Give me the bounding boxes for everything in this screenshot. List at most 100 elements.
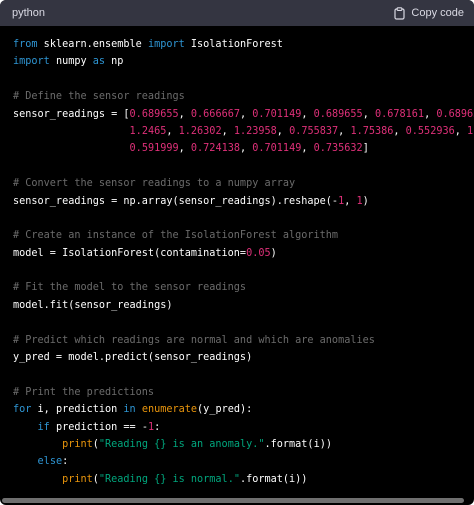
code-text: ]: [362, 143, 369, 155]
code-line: # Predict which readings are normal and …: [13, 332, 474, 349]
code-line: ​: [13, 314, 474, 331]
code-text: (y_pred):: [197, 404, 253, 416]
number-token: 0.689655: [436, 108, 474, 120]
code-text: ): [362, 195, 369, 207]
code-text: sensor_readings = [: [13, 108, 130, 120]
number-token: 0.678161: [374, 108, 425, 120]
number-token: 0.735632: [313, 143, 363, 155]
number-token: 0.552936: [405, 125, 455, 137]
number-token: 0.666667: [190, 108, 240, 120]
number-token: 1.2465: [129, 125, 167, 137]
comment-token: # Create an instance of the IsolationFor…: [13, 230, 339, 242]
number-token: 0.689655: [129, 108, 179, 120]
code-text: ,: [166, 125, 179, 137]
comment-token: # Print the predictions: [13, 386, 155, 398]
code-line: if prediction == -1:: [13, 419, 474, 436]
code-text: ,: [362, 108, 375, 120]
code-text: i, prediction: [31, 404, 124, 416]
code-text: ,: [276, 125, 290, 137]
code-text: :: [154, 421, 161, 433]
keyword-token: if: [37, 421, 50, 433]
code-line: # Define the sensor readings: [13, 88, 474, 105]
code-line: 1.2465, 1.26302, 1.23958, 0.755837, 1.75…: [13, 123, 474, 140]
code-line: model.fit(sensor_readings): [13, 297, 474, 314]
number-token: 0.591999: [129, 143, 179, 155]
copy-code-label: Copy code: [411, 7, 464, 19]
code-content[interactable]: from sklearn.ensemble import IsolationFo…: [0, 26, 474, 495]
code-line: print("Reading {} is normal.".format(i)): [13, 471, 474, 488]
code-text: ,: [178, 143, 191, 155]
code-text: .format(i)): [264, 438, 332, 450]
code-text: ,: [393, 125, 406, 137]
comment-token: # Fit the model to the sensor readings: [13, 282, 247, 294]
code-block: python Copy code from sklearn.ensemble i…: [0, 0, 474, 505]
number-token: 0.724138: [190, 143, 240, 155]
code-text: model.fit(sensor_readings): [13, 299, 173, 311]
code-line: # Fit the model to the sensor readings: [13, 279, 474, 296]
code-text: numpy: [49, 56, 93, 68]
code-line: # Convert the sensor readings to a numpy…: [13, 175, 474, 192]
code-text: ,: [338, 125, 351, 137]
code-text: y_pred = model.predict(sensor_readings): [13, 352, 253, 364]
code-text: sensor_readings = np.array(sensor_readin…: [13, 195, 339, 207]
comment-token: # Convert the sensor readings to a numpy…: [13, 178, 296, 190]
code-text: ,: [178, 108, 191, 120]
number-token: 0.05: [246, 247, 271, 259]
clipboard-icon: [394, 6, 406, 20]
builtin-token: print: [62, 473, 93, 485]
code-line: else:: [13, 453, 474, 470]
number-token: 0.701149: [252, 108, 302, 120]
code-text: ): [270, 247, 277, 259]
code-text: ,: [301, 108, 314, 120]
keyword-token: from: [13, 39, 38, 50]
horizontal-scrollbar[interactable]: [2, 498, 464, 503]
number-token: 1.75386: [350, 125, 394, 137]
keyword-token: import: [13, 56, 50, 68]
code-block-header: python Copy code: [0, 0, 474, 26]
code-text: ,: [301, 143, 314, 155]
code-line: ​: [13, 210, 474, 227]
code-text: ,: [454, 125, 468, 137]
number-token: 0.755837: [289, 125, 339, 137]
code-text: ,: [424, 108, 437, 120]
keyword-token: in: [123, 404, 136, 416]
code-text: prediction == -: [49, 421, 148, 433]
code-line: # Print the predictions: [13, 384, 474, 401]
builtin-token: enumerate: [141, 404, 198, 416]
comment-token: # Predict which readings are normal and …: [13, 334, 375, 346]
code-text: model = IsolationForest(contamination=: [13, 247, 247, 259]
code-text: ,: [344, 195, 357, 207]
code-line: ​: [13, 158, 474, 175]
keyword-token: as: [92, 56, 106, 68]
code-text: np: [105, 56, 124, 68]
string-token: "Reading {} is normal.": [98, 473, 240, 485]
code-text: .format(i)): [239, 473, 308, 485]
code-line: ​: [13, 71, 474, 88]
language-label: python: [12, 7, 46, 19]
code-line: for i, prediction in enumerate(y_pred):: [13, 401, 474, 418]
keyword-token: import: [147, 39, 185, 50]
code-line: ​: [13, 262, 474, 279]
keyword-token: for: [13, 404, 32, 416]
code-text: sklearn.ensemble: [37, 39, 148, 50]
code-line: y_pred = model.predict(sensor_readings): [13, 349, 474, 366]
code-line: import numpy as np: [13, 53, 474, 70]
code-text: IsolationForest: [184, 39, 283, 50]
code-line: print("Reading {} is an anomaly.".format…: [13, 436, 474, 453]
code-line: sensor_readings = np.array(sensor_readin…: [13, 193, 474, 210]
number-token: 1.26302: [178, 125, 222, 137]
copy-code-button[interactable]: Copy code: [394, 6, 464, 20]
code-line: # Create an instance of the IsolationFor…: [13, 227, 474, 244]
code-line: sensor_readings = [0.689655, 0.666667, 0…: [13, 106, 474, 123]
string-token: "Reading {} is an anomaly.": [98, 438, 265, 450]
code-line: 0.591999, 0.724138, 0.701149, 0.735632]: [13, 140, 474, 157]
code-text: ,: [239, 143, 253, 155]
code-line: from sklearn.ensemble import IsolationFo…: [13, 36, 474, 53]
comment-token: # Define the sensor readings: [13, 91, 185, 103]
